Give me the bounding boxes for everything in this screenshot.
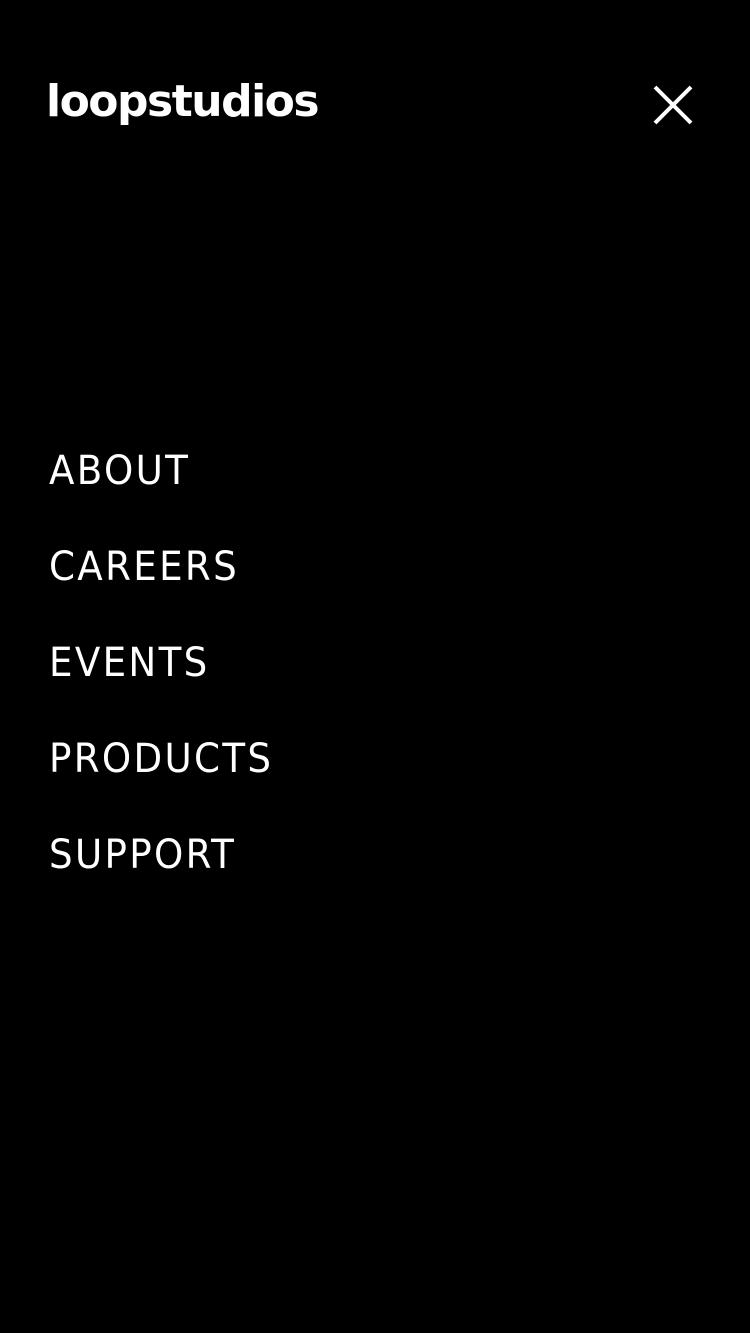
logo[interactable]: loopstudios (46, 72, 320, 132)
nav-link-support[interactable]: SUPPORT (49, 824, 236, 886)
close-icon (653, 85, 693, 125)
nav-list-item: ABOUT (49, 440, 290, 536)
nav-list: ABOUT CAREERS EVENTS PRODUCTS SUPPORT (49, 440, 290, 920)
close-menu-button[interactable] (648, 80, 698, 130)
nav-list-item: SUPPORT (49, 824, 290, 920)
nav-list-item: PRODUCTS (49, 728, 290, 824)
nav-link-products[interactable]: PRODUCTS (49, 728, 273, 790)
site-header: loopstudios (0, 0, 750, 210)
nav-list-item: CAREERS (49, 536, 290, 632)
nav-link-careers[interactable]: CAREERS (49, 536, 239, 598)
nav-list-item: EVENTS (49, 632, 290, 728)
nav-link-events[interactable]: EVENTS (49, 632, 210, 694)
nav-link-about[interactable]: ABOUT (49, 440, 190, 502)
